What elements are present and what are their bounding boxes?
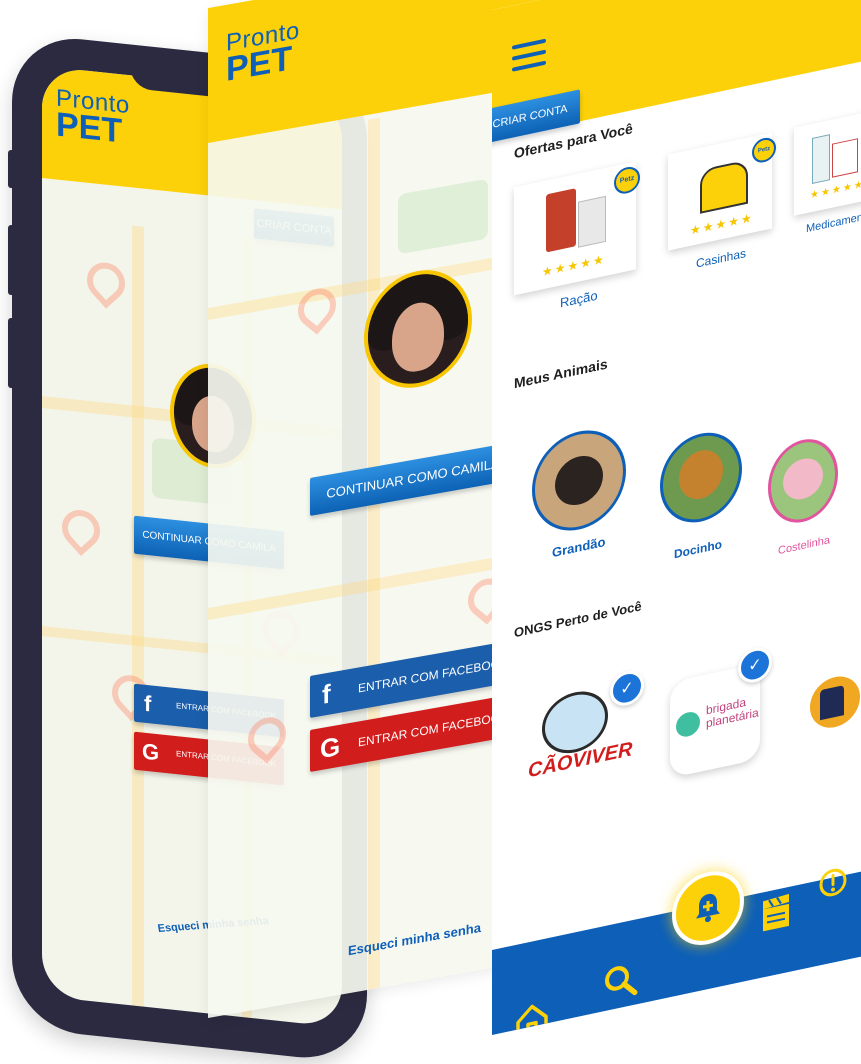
offer-card-racao[interactable]: Petz ★★★★★ xyxy=(514,161,640,296)
logo-text-pet: PET xyxy=(56,105,123,151)
home-icon[interactable] xyxy=(514,998,550,1035)
ong-logo-third[interactable] xyxy=(810,671,860,733)
offer-card-casinhas[interactable]: Petz ★★★★★ xyxy=(668,132,776,251)
facebook-icon: f xyxy=(322,678,331,710)
alert-icon[interactable] xyxy=(818,864,848,900)
offer-label-medicamentos: Medicamentos xyxy=(806,208,861,236)
bell-plus-icon xyxy=(696,893,720,923)
brand-logo-sheet: Pronto PET xyxy=(226,17,300,89)
offer-label-casinhas: Casinhas xyxy=(696,246,747,271)
medicine-bottle-icon xyxy=(812,134,830,184)
brand-logo: Pronto PET xyxy=(56,84,130,151)
petz-badge: Petz xyxy=(752,135,776,165)
phone-volume-down-button xyxy=(8,318,18,388)
pet-avatar-docinho[interactable] xyxy=(660,424,742,531)
google-icon: G xyxy=(142,738,160,766)
wolf-silhouette-icon xyxy=(820,685,844,721)
clapperboard-icon[interactable] xyxy=(760,891,792,934)
product-box-icon xyxy=(578,195,606,248)
verified-check-icon: ✓ xyxy=(610,667,644,709)
phone-side-button xyxy=(8,150,18,188)
search-icon[interactable] xyxy=(602,959,638,1003)
facebook-login-label: ENTRAR COM FACEBOOK xyxy=(358,655,509,696)
app-home-screen: CRIAR CONTA Ofertas para Você Petz ★★★★★… xyxy=(492,0,861,1035)
offer-card-medicamentos[interactable]: ★★★★★ xyxy=(794,108,861,216)
pig-face-icon xyxy=(783,454,823,504)
rating-stars: ★★★★★ xyxy=(542,251,606,280)
offer-label-racao: Ração xyxy=(560,287,598,311)
dog-face-icon xyxy=(679,445,723,504)
pet-name-docinho: Docinho xyxy=(674,537,722,562)
globe-icon xyxy=(676,709,700,739)
petz-badge: Petz xyxy=(614,164,640,197)
pet-name-costelinha: Costelinha xyxy=(778,534,830,558)
dog-food-bag-icon xyxy=(546,188,576,253)
google-icon: G xyxy=(320,730,341,765)
ong-name-brigada: brigada planetária xyxy=(706,693,759,731)
verified-check-icon: ✓ xyxy=(738,644,772,686)
animals-title: Meus Animais xyxy=(514,355,608,392)
rating-stars: ★★★★★ xyxy=(690,210,754,238)
dog-house-icon xyxy=(700,159,748,214)
continue-as-button-large[interactable]: CONTINUAR COMO CAMILA xyxy=(310,441,516,517)
phone-volume-up-button xyxy=(8,225,18,295)
ongs-title: ONGS Perto de Você xyxy=(514,598,642,641)
facebook-icon: f xyxy=(144,690,152,717)
pug-face-icon xyxy=(555,451,603,510)
medicine-box-icon xyxy=(832,138,858,178)
google-login-label: ENTRAR COM FACEBOOK xyxy=(358,709,509,750)
pet-avatar-costelinha[interactable] xyxy=(768,432,838,530)
pet-name-grandao: Grandão xyxy=(552,533,606,561)
pet-avatar-grandao[interactable] xyxy=(532,421,626,540)
